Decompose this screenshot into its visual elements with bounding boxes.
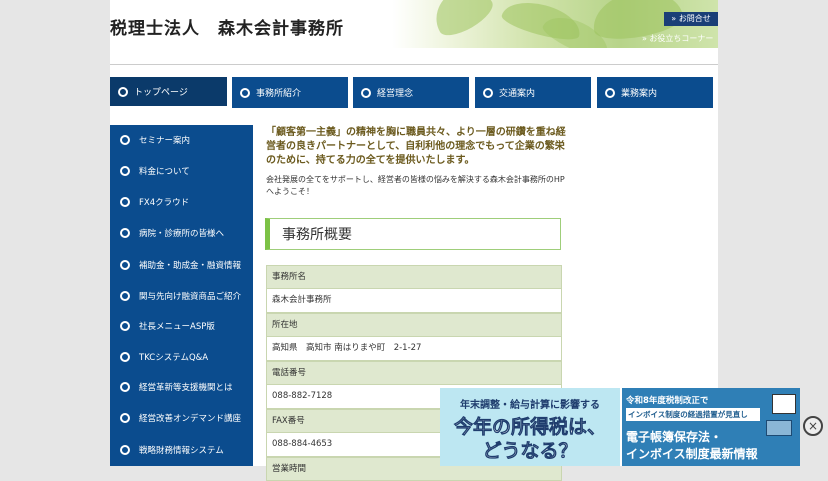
circle-bullet-icon (120, 166, 130, 176)
sidebar-item-president-menu[interactable]: 社長メニューASP版 (110, 310, 253, 342)
banner-line: インボイス制度の経過措置が見直し (626, 408, 760, 421)
sidebar-item-seminar[interactable]: セミナー案内 (110, 124, 253, 156)
banner-line: 年末調整・給与計算に影響する (460, 400, 600, 411)
nav-label: 業務案内 (621, 89, 658, 99)
overview-value-address: 高知県 高知市 南はりまや町 2-1-27 (266, 337, 562, 361)
banner-line: インボイス制度最新情報 (626, 447, 758, 461)
section-title: 事務所概要 (265, 218, 561, 250)
welcome-text: 会社発展の全てをサポートし、経営者の皆様の悩みを解決する森木会計事務所のHPへよ… (266, 175, 565, 196)
sidebar-item-label: 補助金・助成金・融資情報 (139, 261, 242, 271)
contact-button[interactable]: » お問合せ (664, 12, 718, 26)
circle-bullet-icon (483, 87, 493, 98)
intro-statement: 「顧客第一主義」の精神を胸に職員共々、より一層の研鑽を重ね経営者の良きパートナー… (266, 127, 566, 166)
close-icon[interactable]: × (803, 416, 823, 436)
sidebar-item-subsidies[interactable]: 補助金・助成金・融資情報 (110, 249, 253, 281)
site-title[interactable]: 税理士法人 森木会計事務所 (110, 14, 344, 39)
nav-services[interactable]: 業務案内 (597, 77, 713, 108)
sidebar-item-label: セミナー案内 (139, 136, 191, 146)
sidebar-item-ondemand[interactable]: 経営改善オンデマンド講座 (110, 402, 253, 434)
nav-office-intro[interactable]: 事務所紹介 (232, 77, 348, 108)
sidebar-item-label: 病院・診療所の皆様へ (139, 229, 225, 239)
document-icon (772, 394, 796, 414)
sidebar-item-label: 経営革新等支援機関とは (139, 383, 233, 393)
useful-corner-link[interactable]: » お役立ちコーナー (642, 33, 713, 44)
overview-label-address: 所在地 (266, 313, 562, 337)
circle-bullet-icon (361, 87, 371, 98)
sidebar-item-loan-products[interactable]: 関与先向け融資商品ご紹介 (110, 280, 253, 312)
nav-top-page[interactable]: トップページ (110, 77, 227, 108)
overview-value-name: 森木会計事務所 (266, 289, 562, 313)
sidebar-item-label: 戦略財務情報システム (139, 446, 224, 456)
sidebar-item-clinics[interactable]: 病院・診療所の皆様へ (110, 217, 253, 249)
circle-bullet-icon (120, 260, 130, 270)
nav-label: 事務所紹介 (256, 89, 302, 99)
sidebar-item-label: 関与先向け融資商品ご紹介 (139, 292, 242, 302)
circle-bullet-icon (118, 86, 128, 97)
circle-bullet-icon (120, 321, 130, 331)
nav-label: 経営理念 (377, 89, 414, 99)
circle-bullet-icon (120, 413, 130, 423)
circle-bullet-icon (120, 445, 130, 455)
circle-bullet-icon (120, 135, 130, 145)
nav-label: 交通案内 (499, 89, 536, 99)
sidebar-item-fx4-cloud[interactable]: FX4クラウド (110, 186, 253, 218)
sidebar-item-financial-system[interactable]: 戦略財務情報システム (110, 434, 253, 466)
nav-philosophy[interactable]: 経営理念 (353, 77, 469, 108)
sidebar-item-label: TKCシステムQ&A (139, 353, 209, 363)
banner-line: 電子帳簿保存法・ (626, 430, 723, 444)
nav-label: トップページ (134, 88, 188, 98)
sidebar-item-label: FX4クラウド (139, 198, 190, 208)
circle-bullet-icon (120, 197, 130, 207)
circle-bullet-icon (605, 87, 615, 98)
sidebar-item-label: 経営改善オンデマンド講座 (139, 414, 242, 424)
circle-bullet-icon (240, 87, 250, 98)
box-icon (766, 420, 792, 436)
overview-label-phone: 電話番号 (266, 361, 562, 385)
sidebar-item-label: 料金について (139, 167, 190, 177)
sidebar-item-support-agency[interactable]: 経営革新等支援機関とは (110, 371, 253, 403)
circle-bullet-icon (120, 228, 130, 238)
sidebar-item-fees[interactable]: 料金について (110, 155, 253, 187)
sidebar-item-label: 社長メニューASP版 (139, 322, 215, 332)
circle-bullet-icon (120, 382, 130, 392)
sidebar-menu: セミナー案内 料金について FX4クラウド 病院・診療所の皆様へ 補助金・助成金… (110, 125, 253, 466)
circle-bullet-icon (120, 352, 130, 362)
header-divider (110, 64, 718, 65)
sidebar-item-tkc-qa[interactable]: TKCシステムQ&A (110, 341, 253, 373)
nav-access[interactable]: 交通案内 (475, 77, 591, 108)
income-tax-banner[interactable]: 年末調整・給与計算に影響する 今年の所得税は、 どうなる？ (440, 388, 620, 466)
overview-label-name: 事務所名 (266, 265, 562, 289)
banner-line: どうなる？ (482, 440, 578, 463)
circle-bullet-icon (120, 291, 130, 301)
invoice-system-banner[interactable]: 令和8年度税制改正で インボイス制度の経過措置が見直し 電子帳簿保存法・ インボ… (622, 388, 800, 466)
banner-line: 令和8年度税制改正で (626, 396, 709, 406)
banner-line: 今年の所得税は、 (453, 416, 607, 439)
